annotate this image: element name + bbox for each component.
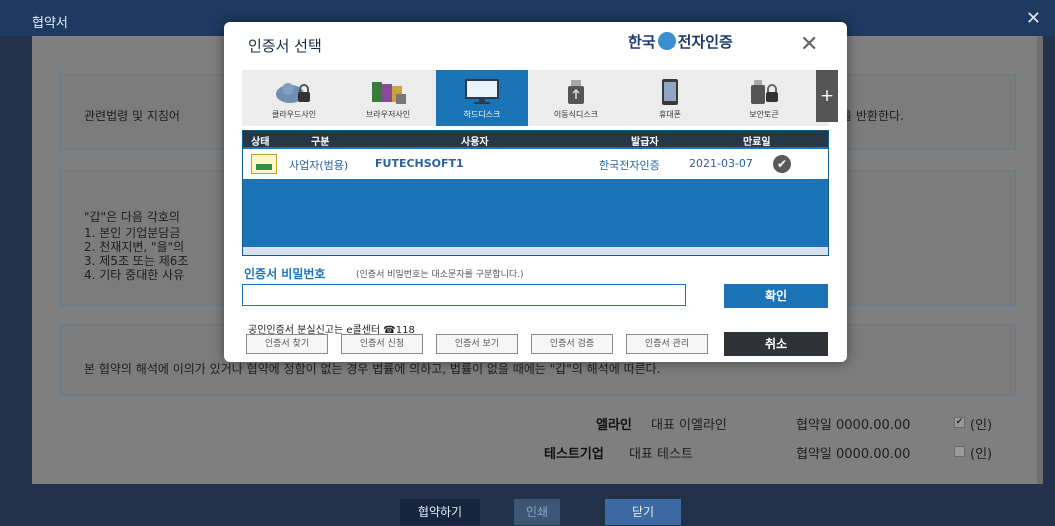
cert-user: FUTECHSOFT1 bbox=[375, 157, 464, 170]
tab-label: 브라우저사인 bbox=[365, 110, 411, 119]
close-button[interactable]: 닫기 bbox=[605, 499, 681, 525]
column-header: 발급자 bbox=[631, 137, 659, 148]
column-header: 사용자 bbox=[461, 137, 489, 148]
certificate-dialog: 인증서 선택 한국 전자인증 ✕ 클라우드사인 브라우저사인 하드디스크 이동식디… bbox=[224, 22, 847, 362]
tab-cloud-sign[interactable]: 클라우드사인 bbox=[248, 70, 340, 126]
column-header: 상태 bbox=[251, 137, 270, 148]
security-token-icon bbox=[751, 80, 778, 104]
brand-logo: 한국 전자인증 bbox=[628, 31, 733, 52]
signed-checkbox bbox=[954, 446, 965, 457]
table-horizontal-scrollbar[interactable] bbox=[243, 247, 828, 255]
seal-label: (인) bbox=[970, 418, 993, 433]
apply-cert-button[interactable]: 인증서 신청 bbox=[341, 334, 423, 354]
clause-item: 4. 기타 중대한 사유 bbox=[84, 268, 185, 282]
monitor-icon bbox=[465, 79, 499, 104]
phone-icon bbox=[662, 79, 678, 105]
certificate-icon bbox=[251, 154, 277, 174]
signed-checkbox: ✔ bbox=[954, 417, 965, 428]
cert-expiry: 2021-03-07 bbox=[689, 157, 753, 170]
cert-issuer: 한국전자인증 bbox=[599, 159, 660, 172]
tab-label: 휴대폰 bbox=[658, 110, 682, 119]
window-close-icon[interactable]: ✕ bbox=[1026, 8, 1041, 29]
cert-type: 사업자(범용) bbox=[289, 159, 349, 172]
print-button[interactable]: 인쇄 bbox=[514, 499, 560, 525]
tab-label: 클라우드사인 bbox=[271, 110, 317, 119]
tab-mobile-phone[interactable]: 휴대폰 bbox=[624, 70, 716, 126]
signer-rep: 대표 테스트 bbox=[629, 447, 693, 462]
more-tabs-button[interactable]: + bbox=[816, 70, 838, 122]
signer-company: 엘라인 bbox=[596, 418, 632, 433]
brand-mark-icon bbox=[657, 32, 676, 50]
tab-security-token[interactable]: 보안토큰 bbox=[718, 70, 810, 126]
signer-rep: 대표 이엘라인 bbox=[651, 418, 727, 433]
tab-label: 보안토큰 bbox=[749, 110, 779, 119]
usb-drive-icon bbox=[568, 80, 584, 104]
clause-text: 관련법령 및 지침어 bbox=[84, 109, 180, 123]
window-title: 협약서 bbox=[32, 16, 68, 31]
tab-removable-disk[interactable]: 이동식디스크 bbox=[530, 70, 622, 126]
clause-heading: "갑"은 다음 각호의 bbox=[84, 210, 180, 224]
document-scrollbar[interactable] bbox=[1037, 36, 1043, 484]
sign-contract-button[interactable]: 협약하기 bbox=[400, 499, 480, 525]
valid-check-icon: ✔ bbox=[773, 155, 791, 173]
password-hint: (인증서 비밀번호는 대소문자를 구분합니다.) bbox=[356, 270, 524, 280]
tab-label: 하드디스크 bbox=[463, 110, 501, 119]
clause-text: 본 협약의 해석에 이의가 있거나 협약에 정함이 없는 경우 법률에 의하고,… bbox=[84, 362, 661, 376]
signer-company: 테스트기업 bbox=[544, 447, 604, 462]
sign-date: 협약일 0000.00.00 bbox=[796, 447, 911, 462]
tab-browser-sign[interactable]: 브라우저사인 bbox=[342, 70, 434, 126]
cloud-lock-icon bbox=[276, 83, 310, 103]
view-cert-button[interactable]: 인증서 보기 bbox=[436, 334, 518, 354]
tab-hard-disk[interactable]: 하드디스크 bbox=[436, 70, 528, 126]
verify-cert-button[interactable]: 인증서 검증 bbox=[531, 334, 613, 354]
seal-label: (인) bbox=[970, 447, 993, 462]
column-header: 만료일 bbox=[743, 137, 771, 148]
find-cert-button[interactable]: 인증서 찾기 bbox=[246, 334, 328, 354]
password-label: 인증서 비밀번호 bbox=[244, 267, 326, 281]
dialog-title: 인증서 선택 bbox=[248, 37, 322, 55]
cancel-button[interactable]: 취소 bbox=[724, 332, 828, 356]
certificate-table: 상태 구분 사용자 발급자 만료일 사업자(범용) FUTECHSOFT1 한국… bbox=[242, 130, 829, 256]
tab-label: 이동식디스크 bbox=[553, 110, 599, 119]
password-input[interactable] bbox=[242, 284, 686, 306]
manage-cert-button[interactable]: 인증서 관리 bbox=[626, 334, 708, 354]
browser-cert-icon bbox=[372, 82, 406, 104]
brand-suffix: 전자인증 bbox=[677, 33, 733, 51]
table-header: 상태 구분 사용자 발급자 만료일 bbox=[243, 131, 828, 148]
dialog-close-icon[interactable]: ✕ bbox=[800, 32, 818, 57]
table-row[interactable]: 사업자(범용) FUTECHSOFT1 한국전자인증 2021-03-07 ✔ bbox=[243, 149, 828, 179]
sign-date: 협약일 0000.00.00 bbox=[796, 418, 911, 433]
column-header: 구분 bbox=[311, 137, 330, 148]
brand-prefix: 한국 bbox=[628, 33, 656, 51]
ok-button[interactable]: 확인 bbox=[724, 284, 828, 308]
